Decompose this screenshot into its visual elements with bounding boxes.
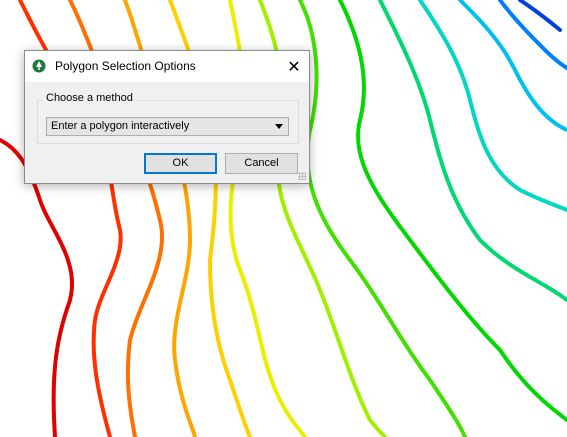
contour-line [518,0,562,32]
chevron-down-icon [275,124,283,129]
ok-button[interactable]: OK [144,153,217,174]
dialog-title: Polygon Selection Options [55,59,196,73]
cancel-button[interactable]: Cancel [225,153,298,174]
close-icon: ✕ [287,58,301,76]
title-bar: Polygon Selection Options ✕ [25,51,309,82]
close-button[interactable]: ✕ [279,51,309,82]
method-dropdown[interactable]: Enter a polygon interactively [46,117,289,136]
resize-grip[interactable] [298,172,306,180]
app-logo-icon [32,59,46,73]
contour-line [298,0,467,437]
group-label: Choose a method [43,92,136,104]
contour-line [338,0,567,422]
contour-line [418,0,567,212]
dropdown-value: Enter a polygon interactively [51,120,190,132]
polygon-selection-dialog: Polygon Selection Options ✕ Choose a met… [24,50,310,184]
contour-line [0,138,74,437]
